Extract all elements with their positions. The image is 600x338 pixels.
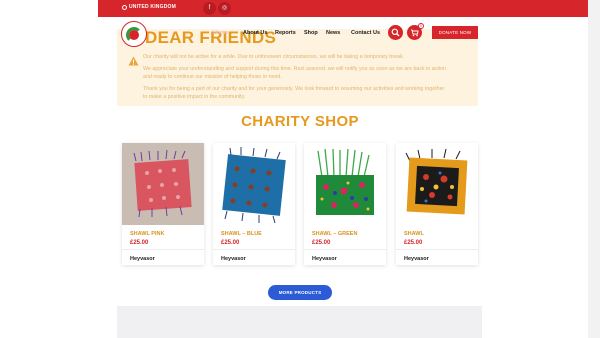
product-vendor[interactable]: Heyvasor [221, 256, 246, 262]
left-margin [0, 0, 98, 338]
product-card[interactable]: SHAWL – GREEN £25.00 Heyvasor [304, 143, 386, 265]
donate-button[interactable]: DONATE NOW [432, 26, 478, 39]
card-divider [213, 249, 295, 250]
warning-icon [128, 56, 139, 66]
cart-count-badge: 0 [418, 23, 424, 29]
nav-shop[interactable]: Shop [304, 30, 318, 36]
product-name[interactable]: SHAWL – GREEN [312, 231, 357, 237]
nav-home[interactable]: Home [213, 30, 228, 36]
cart-icon [411, 29, 419, 37]
product-price: £25.00 [130, 240, 149, 246]
product-card[interactable]: SHAWL PINK £25.00 Heyvasor [122, 143, 204, 265]
instagram-icon[interactable]: ◎ [218, 2, 231, 15]
product-image-shawl-blue[interactable] [213, 143, 295, 225]
product-vendor[interactable]: Heyvasor [312, 256, 337, 262]
card-divider [122, 249, 204, 250]
search-button[interactable] [388, 25, 403, 40]
facebook-icon[interactable]: f [203, 2, 216, 15]
product-vendor[interactable]: Heyvasor [404, 256, 429, 262]
product-vendor[interactable]: Heyvasor [130, 256, 155, 262]
top-bar: UNITED KINGDOM f ◎ [98, 0, 588, 17]
product-name[interactable]: SHAWL – BLUE [221, 231, 262, 237]
nav-reports[interactable]: Reports [275, 30, 296, 36]
footer-section [117, 306, 482, 338]
product-card[interactable]: SHAWL £25.00 Heyvasor [396, 143, 478, 265]
product-image-shawl-green[interactable] [304, 143, 386, 225]
region-label: UNITED KINGDOM [129, 4, 176, 10]
region-selector[interactable]: UNITED KINGDOM [122, 4, 176, 10]
product-price: £25.00 [221, 240, 240, 246]
product-name[interactable]: SHAWL [404, 231, 424, 237]
nav-contact-us[interactable]: Contact Us [351, 30, 380, 36]
nav-about-us[interactable]: About Us [243, 30, 267, 36]
shop-title: CHARITY SHOP [241, 113, 359, 130]
nav-news[interactable]: News [326, 30, 340, 36]
globe-icon [122, 4, 127, 10]
notice-paragraph-1: Our charity will not be active for a whi… [143, 54, 405, 60]
product-card[interactable]: SHAWL – BLUE £25.00 Heyvasor [213, 143, 295, 265]
notice-paragraph-2: We appreciate your understanding and sup… [143, 66, 446, 80]
search-icon [391, 28, 400, 37]
product-price: £25.00 [404, 240, 423, 246]
product-image-shawl[interactable] [396, 143, 478, 225]
product-image-shawl-pink[interactable] [122, 143, 204, 225]
scrollbar-track[interactable] [588, 0, 600, 338]
card-divider [396, 249, 478, 250]
notice-paragraph-3: Thank you for being a part of our charit… [143, 86, 445, 100]
more-products-button[interactable]: MORE PRODUCTS [268, 285, 332, 300]
card-divider [304, 249, 386, 250]
product-price: £25.00 [312, 240, 331, 246]
site-logo[interactable] [121, 21, 147, 47]
product-name[interactable]: SHAWL PINK [130, 231, 164, 237]
